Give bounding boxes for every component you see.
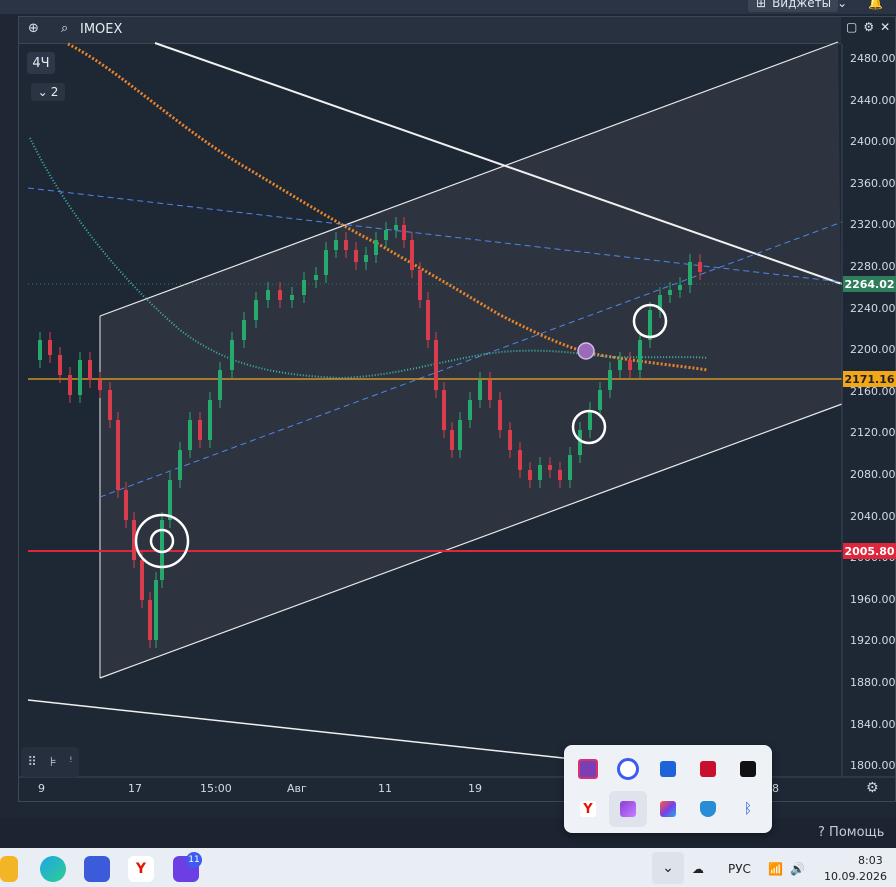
remote-desktop-icon[interactable] <box>649 751 687 787</box>
timeframe-selector[interactable]: 4Ч <box>27 52 55 74</box>
widgets-button[interactable]: ⊞ Виджеты ⌄ <box>748 0 847 12</box>
time-tick-label: 17 <box>128 782 142 795</box>
ring-app-icon[interactable] <box>609 751 647 787</box>
chevron-down-icon: ⌄ <box>37 85 48 99</box>
office-app-icon[interactable] <box>649 791 687 827</box>
help-label: Помощь <box>829 825 885 840</box>
defender-icon[interactable] <box>689 791 727 827</box>
file-explorer-icon[interactable] <box>0 856 18 882</box>
tray-overflow-button[interactable]: ⌄ <box>652 852 684 884</box>
close-icon[interactable]: ✕ <box>880 20 890 34</box>
camera-app-icon[interactable] <box>569 751 607 787</box>
symbol-search-input[interactable]: IMOEX <box>80 22 122 37</box>
level-2005-tag: 2005.80 <box>843 543 896 559</box>
chart-window-controls: ▢ ⚙ ✕ <box>846 20 890 34</box>
drag-handle-icon[interactable]: ⠿ <box>27 755 37 770</box>
price-tick-label: 2360.00 <box>850 176 896 190</box>
maximize-icon[interactable]: ▢ <box>846 20 857 34</box>
time-tick-label: 11 <box>378 782 392 795</box>
settings-icon[interactable]: ⚙ <box>863 20 874 34</box>
chart-container <box>18 16 896 802</box>
level-2171-tag: 2171.16 <box>843 371 896 387</box>
clock-time[interactable]: 8:03 <box>858 854 883 867</box>
pin-icon[interactable]: ꜝ <box>69 755 72 770</box>
volume-icon[interactable]: 🔊 <box>790 862 805 876</box>
time-tick-label: 15:00 <box>200 782 232 795</box>
price-tick-label: 2080.00 <box>850 468 896 481</box>
chart-settings-icon[interactable]: ⚙ <box>866 780 879 796</box>
indicators-toggle[interactable]: ⌄ 2 <box>31 83 65 101</box>
price-tick-label: 2320.00 <box>850 218 896 232</box>
drawing-tools-bar: ⠿ ⊧ ꜝ <box>21 747 79 777</box>
notification-badge: 11 <box>186 852 202 868</box>
price-tick-label: 2280.00 <box>850 260 896 273</box>
store-icon[interactable] <box>84 856 110 882</box>
price-tick-label: 1880.00 <box>850 676 896 689</box>
time-tick-label: 19 <box>468 782 482 795</box>
price-tick-label: 2400.00 <box>850 135 896 149</box>
price-tick-label: 1840.00 <box>850 717 896 731</box>
price-tick-label: 1920.00 <box>850 634 896 648</box>
price-tick-label: 2480.00 <box>850 52 896 65</box>
capcut-icon[interactable] <box>729 751 767 787</box>
clock-date[interactable]: 10.09.2026 <box>824 870 887 883</box>
add-icon[interactable]: ⊕ <box>28 21 39 36</box>
tray-overflow-popup: Y ᛒ <box>564 745 772 833</box>
widgets-label: Виджеты <box>772 0 832 10</box>
pen-app-icon[interactable] <box>609 791 647 827</box>
price-tick-label: 2240.00 <box>850 301 896 315</box>
indicators-count: 2 <box>50 85 59 99</box>
ruler-icon[interactable]: ⊧ <box>50 755 57 770</box>
amd-icon[interactable] <box>689 751 727 787</box>
price-tick-label: 2120.00 <box>850 426 896 440</box>
price-tick-label: 1800.00 <box>850 759 896 773</box>
help-link[interactable]: ? Помощь <box>818 825 884 840</box>
search-icon[interactable]: ⌕ <box>61 21 68 36</box>
edge-browser-icon[interactable] <box>40 856 66 882</box>
wifi-icon[interactable]: 📶 <box>768 862 783 876</box>
help-icon: ? <box>818 825 825 840</box>
language-indicator[interactable]: РУС <box>728 862 751 876</box>
price-tick-label: 2440.00 <box>850 93 896 107</box>
widgets-icon: ⊞ <box>756 0 767 10</box>
chevron-down-icon: ⌄ <box>837 0 848 10</box>
yandex-icon[interactable]: Y <box>569 791 607 827</box>
price-tick-label: 1960.00 <box>850 592 896 606</box>
time-tick-label: 9 <box>38 782 45 795</box>
price-tick-label: 2040.00 <box>850 509 896 523</box>
notifications-icon[interactable]: 🔔 <box>868 0 883 10</box>
onedrive-icon[interactable]: ☁ <box>692 862 704 876</box>
time-tick-label: Авг <box>287 782 307 795</box>
bluetooth-icon[interactable]: ᛒ <box>729 791 767 827</box>
price-tick-label: 2200.00 <box>850 343 896 357</box>
yandex-browser-icon[interactable]: Y <box>128 856 154 882</box>
current-price-tag: 2264.02 <box>843 276 896 292</box>
chart-toolbar: ⊕ ⌕ <box>19 17 841 44</box>
